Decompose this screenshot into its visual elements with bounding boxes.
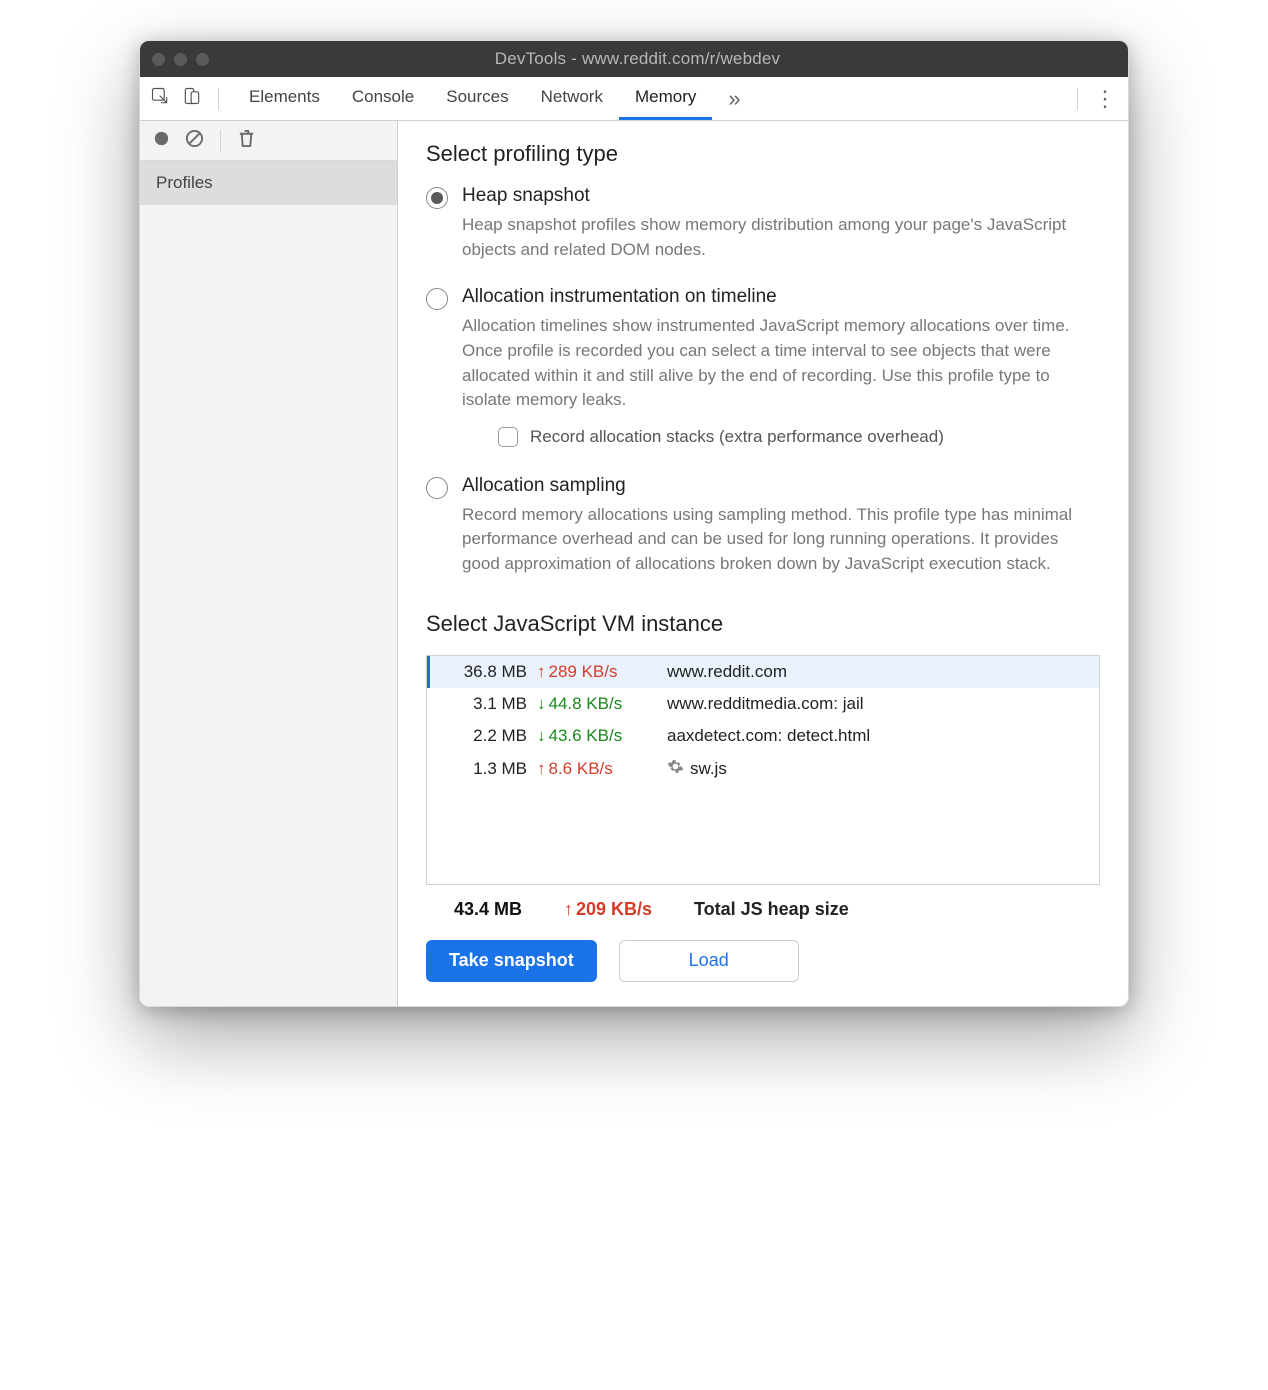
profiling-option-description: Heap snapshot profiles show memory distr… bbox=[462, 213, 1100, 262]
tab-network[interactable]: Network bbox=[525, 77, 619, 120]
summary-size: 43.4 MB bbox=[454, 899, 564, 920]
profiling-option[interactable]: Allocation instrumentation on timeline Al… bbox=[426, 286, 1100, 451]
radio-button[interactable] bbox=[426, 187, 448, 209]
window-title: DevTools - www.reddit.com/r/webdev bbox=[209, 49, 1066, 69]
vm-heading: Select JavaScript VM instance bbox=[426, 611, 1100, 637]
arrow-up-icon: ↑ bbox=[564, 899, 573, 920]
profiling-option-description: Record memory allocations using sampling… bbox=[462, 503, 1100, 577]
radio-button[interactable] bbox=[426, 477, 448, 499]
service-worker-icon bbox=[667, 758, 684, 780]
profiling-heading: Select profiling type bbox=[426, 141, 1100, 167]
vm-row-size: 1.3 MB bbox=[441, 759, 537, 779]
settings-kebab-icon[interactable]: ⋮ bbox=[1082, 88, 1128, 110]
summary-label: Total JS heap size bbox=[694, 899, 1090, 920]
vm-row-rate: 8.6 KB/s bbox=[549, 759, 613, 779]
vm-row-size: 3.1 MB bbox=[441, 694, 537, 714]
toolbar-divider bbox=[220, 130, 221, 152]
tab-console[interactable]: Console bbox=[336, 77, 430, 120]
traffic-lights bbox=[152, 53, 209, 66]
profiling-option-title: Heap snapshot bbox=[462, 185, 1100, 207]
vm-row-size: 2.2 MB bbox=[441, 726, 537, 746]
sidebar-item-profiles[interactable]: Profiles bbox=[140, 161, 397, 205]
arrow-down-icon: ↓ bbox=[537, 726, 546, 746]
vm-instance-table: 36.8 MB↑289 KB/swww.reddit.com3.1 MB↓44.… bbox=[426, 655, 1100, 885]
profiling-option[interactable]: Allocation sampling Record memory allocat… bbox=[426, 475, 1100, 577]
vm-row-rate: 289 KB/s bbox=[549, 662, 618, 682]
tab-sources[interactable]: Sources bbox=[430, 77, 524, 120]
profiling-option[interactable]: Heap snapshot Heap snapshot profiles show… bbox=[426, 185, 1100, 262]
arrow-up-icon: ↑ bbox=[537, 662, 546, 682]
sidebar-toolbar bbox=[140, 121, 397, 161]
record-icon[interactable] bbox=[152, 129, 171, 153]
memory-panel-main: Select profiling type Heap snapshotHeap … bbox=[398, 121, 1128, 1006]
sidebar-item-label: Profiles bbox=[156, 173, 213, 192]
summary-rate: 209 KB/s bbox=[576, 899, 652, 920]
inspect-element-icon[interactable] bbox=[150, 86, 170, 111]
vm-row-name: www.redditmedia.com: jail bbox=[667, 694, 1089, 714]
checkbox[interactable] bbox=[498, 427, 518, 447]
vm-section: Select JavaScript VM instance 36.8 MB↑28… bbox=[426, 611, 1100, 934]
vm-row-name: aaxdetect.com: detect.html bbox=[667, 726, 1089, 746]
record-stacks-checkbox-row[interactable]: Record allocation stacks (extra performa… bbox=[498, 427, 1100, 447]
vm-instance-row[interactable]: 3.1 MB↓44.8 KB/s www.redditmedia.com: jai… bbox=[427, 688, 1099, 720]
window-titlebar: DevTools - www.reddit.com/r/webdev bbox=[140, 41, 1128, 77]
vm-row-rate: 44.8 KB/s bbox=[549, 694, 623, 714]
vm-row-name: sw.js bbox=[667, 758, 1089, 780]
profiling-option-title: Allocation instrumentation on timeline bbox=[462, 286, 1100, 308]
panel-tabbar: ElementsConsoleSourcesNetworkMemory » ⋮ bbox=[140, 77, 1128, 121]
vm-row-size: 36.8 MB bbox=[441, 662, 537, 682]
close-window-icon[interactable] bbox=[152, 53, 165, 66]
profiles-sidebar: Profiles bbox=[140, 121, 398, 1006]
minimize-window-icon[interactable] bbox=[174, 53, 187, 66]
vm-instance-row[interactable]: 36.8 MB↑289 KB/s www.reddit.com bbox=[427, 656, 1099, 688]
toolbar-divider bbox=[1077, 88, 1078, 110]
vm-summary-row: 43.4 MB ↑ 209 KB/s Total JS heap size bbox=[426, 885, 1100, 934]
delete-icon[interactable] bbox=[237, 129, 256, 153]
load-button[interactable]: Load bbox=[619, 940, 799, 982]
arrow-down-icon: ↓ bbox=[537, 694, 546, 714]
zoom-window-icon[interactable] bbox=[196, 53, 209, 66]
action-buttons: Take snapshot Load bbox=[426, 940, 1100, 982]
clear-icon[interactable] bbox=[185, 129, 204, 153]
radio-button[interactable] bbox=[426, 288, 448, 310]
device-toolbar-icon[interactable] bbox=[182, 86, 202, 111]
panel-body: Profiles Select profiling type Heap snap… bbox=[140, 121, 1128, 1006]
vm-row-rate: 43.6 KB/s bbox=[549, 726, 623, 746]
vm-instance-row[interactable]: 2.2 MB↓43.6 KB/s aaxdetect.com: detect.ht… bbox=[427, 720, 1099, 752]
profiling-option-description: Allocation timelines show instrumented J… bbox=[462, 314, 1100, 413]
tab-elements[interactable]: Elements bbox=[233, 77, 336, 120]
profiling-option-title: Allocation sampling bbox=[462, 475, 1100, 497]
vm-row-name: www.reddit.com bbox=[667, 662, 1089, 682]
vm-instance-row[interactable]: 1.3 MB↑8.6 KB/s sw.js bbox=[427, 752, 1099, 786]
toolbar-divider bbox=[218, 88, 219, 110]
checkbox-label: Record allocation stacks (extra performa… bbox=[530, 427, 944, 447]
more-tabs-icon[interactable]: » bbox=[712, 86, 756, 112]
devtools-window: DevTools - www.reddit.com/r/webdev Eleme… bbox=[139, 40, 1129, 1007]
arrow-up-icon: ↑ bbox=[537, 759, 546, 779]
tab-memory[interactable]: Memory bbox=[619, 77, 712, 120]
take-snapshot-button[interactable]: Take snapshot bbox=[426, 940, 597, 982]
